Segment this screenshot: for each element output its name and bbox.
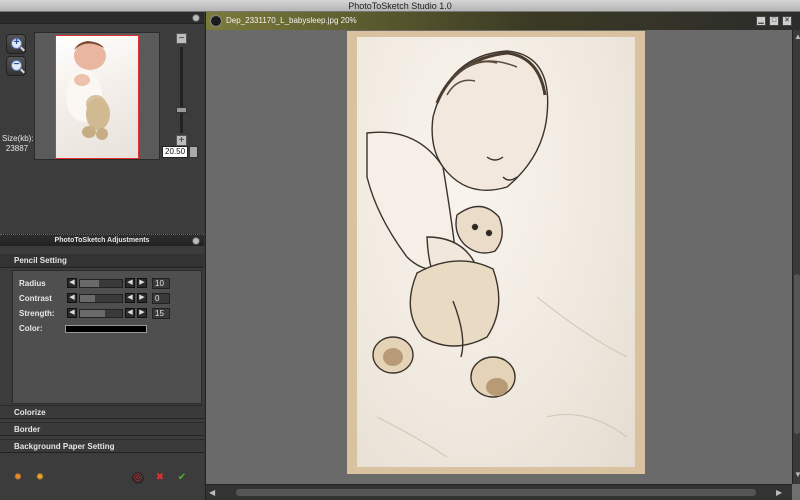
- contrast-label: Contrast: [19, 294, 52, 303]
- document-area: Dep_2331170_L_babysleep.jpg 20% ▁ □ ✕ ▲ …: [205, 12, 800, 500]
- zoom-out-button[interactable]: −: [6, 56, 26, 76]
- zoom-slider-plus-button[interactable]: +: [176, 135, 187, 146]
- contrast-value[interactable]: 0: [152, 293, 170, 304]
- adjustments-header: PhotoToSketch Adjustments: [0, 234, 204, 246]
- magnifier-handle-icon: [20, 46, 25, 52]
- horizontal-scrollbar[interactable]: ◀ ▶: [206, 484, 792, 500]
- navigator-collapse-icon[interactable]: [192, 14, 200, 22]
- magnifier-handle-icon: [20, 68, 25, 74]
- window-title: PhotoToSketch Studio 1.0: [0, 0, 800, 12]
- vertical-scrollbar[interactable]: ▲ ▼: [792, 30, 800, 484]
- preview-thumbnail[interactable]: [55, 35, 139, 159]
- contrast-step-left-icon[interactable]: ◀: [125, 293, 135, 303]
- horizontal-scroll-thumb[interactable]: [236, 489, 756, 496]
- document-tab[interactable]: Dep_2331170_L_babysleep.jpg 20% ▁ □ ✕: [206, 12, 800, 30]
- contrast-slider[interactable]: [79, 294, 123, 303]
- adjustments-title: PhotoToSketch Adjustments: [54, 237, 150, 244]
- radius-slider[interactable]: [79, 279, 123, 288]
- strength-row: Strength: ◀ ◀ ▶ 15: [13, 308, 203, 320]
- apply-check-icon[interactable]: ✔: [176, 472, 188, 484]
- strength-value[interactable]: 15: [152, 308, 170, 319]
- scroll-down-icon[interactable]: ▼: [794, 470, 800, 479]
- pencil-color-swatch[interactable]: [65, 325, 147, 333]
- strength-slider[interactable]: [79, 309, 123, 318]
- size-value: 23887: [5, 144, 29, 153]
- radius-increase-icon[interactable]: ▶: [137, 278, 147, 288]
- contrast-increase-icon[interactable]: ▶: [137, 293, 147, 303]
- radius-slider-fill: [80, 280, 99, 287]
- navigator-header: [0, 12, 204, 24]
- baby-photo-image: [66, 41, 110, 140]
- document-thumbnail-icon: [210, 15, 222, 27]
- reset-icon[interactable]: ◎: [132, 472, 144, 484]
- strength-decrease-icon[interactable]: ◀: [67, 308, 77, 318]
- tab-pencil-setting[interactable]: Pencil Setting: [0, 254, 204, 268]
- settings-gear-icon[interactable]: ✹: [34, 472, 46, 484]
- contrast-decrease-icon[interactable]: ◀: [67, 293, 77, 303]
- strength-step-left-icon[interactable]: ◀: [125, 308, 135, 318]
- pencil-setting-panel: Radius ◀ ◀ ▶ 10 Contrast ◀ ◀ ▶ 0 Strengt…: [12, 270, 202, 404]
- tab-colorize[interactable]: Colorize: [0, 405, 204, 419]
- radius-step-left-icon[interactable]: ◀: [125, 278, 135, 288]
- paper-border: [347, 31, 645, 474]
- sketch-image: [357, 37, 635, 467]
- minimize-icon[interactable]: ▁: [756, 16, 766, 26]
- tab-border[interactable]: Border: [0, 422, 204, 436]
- cancel-icon[interactable]: ✖: [154, 472, 166, 484]
- color-row: Color:: [13, 323, 203, 335]
- radius-row: Radius ◀ ◀ ▶ 10: [13, 278, 203, 290]
- document-tab-label: Dep_2331170_L_babysleep.jpg 20%: [226, 16, 357, 25]
- gear-icon[interactable]: ✹: [12, 472, 24, 484]
- strength-slider-fill: [80, 310, 106, 317]
- size-label: Size(kb):: [2, 134, 34, 143]
- radius-decrease-icon[interactable]: ◀: [67, 278, 77, 288]
- radius-value[interactable]: 10: [152, 278, 170, 289]
- radius-label: Radius: [19, 279, 46, 288]
- adjustments-collapse-icon[interactable]: [192, 237, 200, 245]
- zoom-slider-knob[interactable]: [176, 107, 187, 113]
- left-panel: + − Size(kb): 23887 − + 20.50 PhotoToSke…: [0, 12, 204, 500]
- zoom-in-button[interactable]: +: [6, 34, 26, 54]
- contrast-row: Contrast ◀ ◀ ▶ 0: [13, 293, 203, 305]
- zoom-value-field[interactable]: 20.50: [162, 146, 188, 158]
- action-bar: ✹ ✹ ◎ ✖ ✔: [0, 462, 204, 500]
- close-icon[interactable]: ✕: [782, 16, 792, 26]
- strength-increase-icon[interactable]: ▶: [137, 308, 147, 318]
- maximize-icon[interactable]: □: [769, 16, 779, 26]
- color-label: Color:: [19, 324, 43, 333]
- image-canvas[interactable]: [206, 30, 792, 484]
- scroll-up-icon[interactable]: ▲: [794, 32, 800, 41]
- scroll-left-icon[interactable]: ◀: [209, 488, 215, 497]
- zoom-slider-minus-button[interactable]: −: [176, 33, 187, 44]
- vertical-scroll-thumb[interactable]: [794, 274, 800, 434]
- scroll-right-icon[interactable]: ▶: [776, 488, 782, 497]
- zoom-stepper[interactable]: [189, 146, 198, 158]
- tab-background-paper-setting[interactable]: Background Paper Setting: [0, 439, 204, 453]
- zoom-slider-track[interactable]: [180, 47, 183, 133]
- contrast-slider-fill: [80, 295, 95, 302]
- navigator-preview: [34, 32, 160, 160]
- zoom-slider[interactable]: − +: [176, 33, 188, 147]
- strength-label: Strength:: [19, 309, 55, 318]
- baby-sketch-image: [366, 50, 628, 458]
